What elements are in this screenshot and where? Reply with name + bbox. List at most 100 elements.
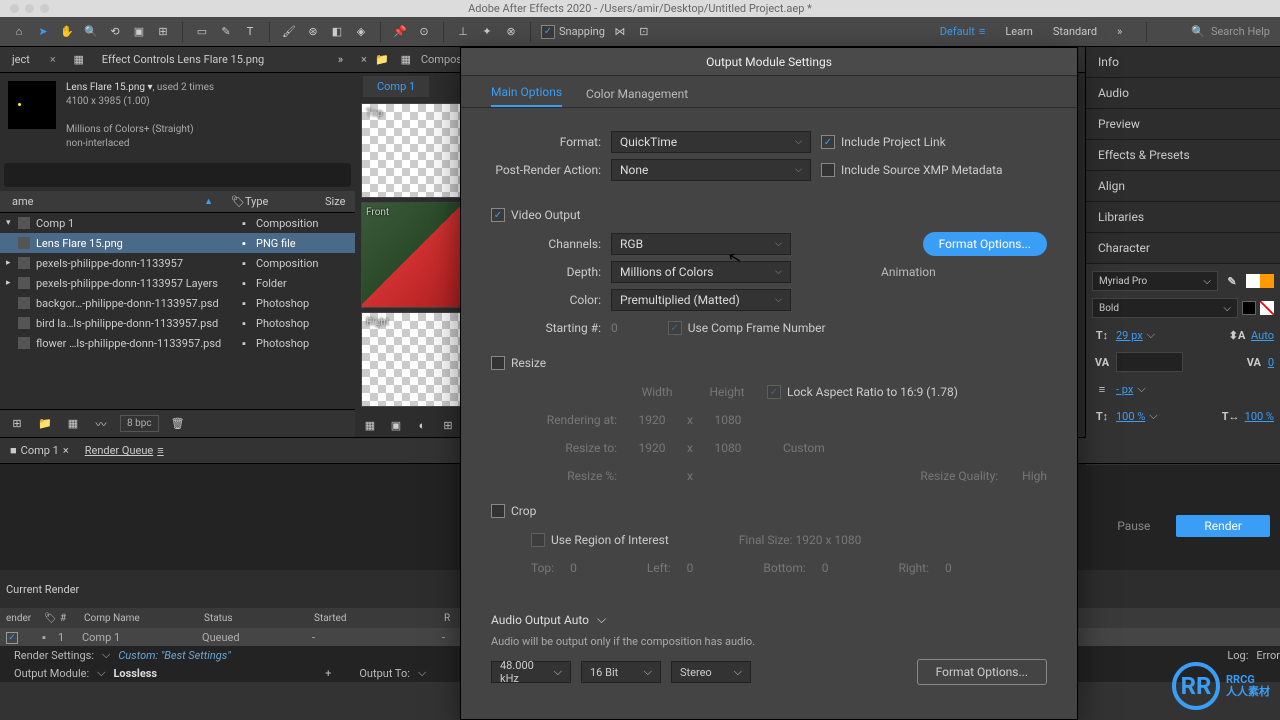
project-row[interactable]: flower …ls-philippe-donn-1133957.psd▪Pho…: [0, 333, 355, 353]
project-row[interactable]: Lens Flare 15.png▪PNG file: [0, 233, 355, 253]
project-row[interactable]: ▸pexels-philippe-donn-1133957▪Compositio…: [0, 253, 355, 273]
world-axis-icon[interactable]: ✦: [478, 23, 496, 41]
local-axis-icon[interactable]: ⊥: [454, 23, 472, 41]
brush-tool-icon[interactable]: 🖌: [280, 23, 298, 41]
hscale-value[interactable]: 100 %: [1245, 410, 1274, 423]
preview-panel-header[interactable]: Preview: [1086, 109, 1280, 140]
home-icon[interactable]: ⌂: [10, 23, 28, 41]
pan-behind-icon[interactable]: ⊞: [154, 23, 172, 41]
effects-panel-header[interactable]: Effects & Presets: [1086, 140, 1280, 171]
roto-tool-icon[interactable]: ◈: [352, 23, 370, 41]
snapping-checkbox[interactable]: Snapping: [541, 25, 605, 39]
character-panel-header[interactable]: Character: [1086, 233, 1280, 264]
video-output-checkbox[interactable]: Video Output: [491, 208, 581, 222]
render-queue-tab[interactable]: Render Queue ≡: [85, 444, 164, 457]
eraser-tool-icon[interactable]: ◧: [328, 23, 346, 41]
comp-name-tab[interactable]: Comp 1: [363, 76, 429, 97]
font-family-dropdown[interactable]: Myriad Pro⌵: [1092, 271, 1218, 291]
project-row[interactable]: backgor…-philippe-donn-1133957.psd▪Photo…: [0, 293, 355, 313]
mask-icon[interactable]: ◐: [413, 416, 431, 434]
timeline-tab-comp1[interactable]: ■ Comp 1 ×: [10, 444, 69, 457]
mag-icon[interactable]: ▦: [361, 416, 379, 434]
bit-depth-dropdown[interactable]: 16 Bit⌵: [581, 661, 661, 683]
add-output-icon[interactable]: +: [325, 667, 331, 680]
tracking-value[interactable]: 0: [1268, 356, 1274, 369]
view-axis-icon[interactable]: ⊗: [502, 23, 520, 41]
effect-controls-tab[interactable]: Effect Controls Lens Flare 15.png: [96, 49, 271, 70]
view-front[interactable]: Front: [361, 202, 461, 307]
workspace-standard[interactable]: Standard: [1053, 25, 1097, 38]
bpc-selector[interactable]: 8 bpc: [120, 415, 159, 432]
post-render-dropdown[interactable]: None⌵: [611, 159, 811, 181]
eyedropper-icon[interactable]: ✎: [1222, 271, 1242, 291]
color-dropdown[interactable]: Premultiplied (Matted)⌵: [611, 289, 791, 311]
channels-audio-dropdown[interactable]: Stereo⌵: [671, 661, 751, 683]
font-size-value[interactable]: 29 px: [1116, 329, 1143, 342]
close-comp-icon[interactable]: ×: [361, 53, 367, 66]
kerning-dropdown[interactable]: [1116, 352, 1183, 372]
workspace-learn[interactable]: Learn: [1005, 25, 1033, 38]
clip-name[interactable]: Lens Flare 15.png ▾: [66, 82, 152, 93]
stroke-value[interactable]: - px: [1116, 383, 1133, 396]
snap-grid-icon[interactable]: ⊡: [635, 23, 653, 41]
project-row[interactable]: bird la…ls-philippe-donn-1133957.psd▪Pho…: [0, 313, 355, 333]
render-settings-link[interactable]: Custom: "Best Settings": [118, 649, 230, 662]
pen-tool-icon[interactable]: ✎: [217, 23, 235, 41]
audio-panel-header[interactable]: Audio: [1086, 78, 1280, 109]
include-project-link-checkbox[interactable]: Include Project Link: [821, 135, 946, 149]
text-tool-icon[interactable]: T: [241, 23, 259, 41]
font-style-dropdown[interactable]: Bold⌵: [1092, 298, 1238, 318]
hand-tool-icon[interactable]: ✋: [58, 23, 76, 41]
dialog-title: Output Module Settings: [461, 48, 1077, 76]
help-search[interactable]: 🔍 Search Help: [1191, 25, 1270, 38]
color-management-tab[interactable]: Color Management: [586, 87, 688, 107]
interpret-footage-icon[interactable]: ⊞: [8, 415, 26, 433]
panel-overflow-icon[interactable]: »: [332, 49, 349, 70]
camera-tool-icon[interactable]: ▣: [130, 23, 148, 41]
crop-checkbox[interactable]: Crop: [491, 504, 536, 518]
sample-rate-dropdown[interactable]: 48.000 kHz⌵: [491, 661, 571, 683]
depth-dropdown[interactable]: Millions of Colors⌵: [611, 261, 791, 283]
adjust-icon[interactable]: 〰: [92, 415, 110, 433]
project-row[interactable]: ▾Comp 1▪Composition: [0, 213, 355, 233]
new-comp-icon[interactable]: ▦: [64, 415, 82, 433]
null-icon[interactable]: ⊙: [415, 23, 433, 41]
compose-tab[interactable]: Compos: [421, 53, 462, 66]
main-options-tab[interactable]: Main Options: [491, 85, 562, 107]
project-row[interactable]: ▸pexels-philippe-donn-1133957 Layers▪Fol…: [0, 273, 355, 293]
resize-checkbox[interactable]: Resize: [491, 356, 546, 370]
audio-format-options-button[interactable]: Format Options...: [917, 659, 1047, 685]
clone-tool-icon[interactable]: ⊛: [304, 23, 322, 41]
snap-edge-icon[interactable]: ⋈: [611, 23, 629, 41]
puppet-tool-icon[interactable]: 📌: [391, 23, 409, 41]
libraries-panel-header[interactable]: Libraries: [1086, 202, 1280, 233]
zoom-tool-icon[interactable]: 🔍: [82, 23, 100, 41]
info-panel-header[interactable]: Info: [1086, 47, 1280, 78]
right-panel-stack: Info Audio Preview Effects & Presets Ali…: [1085, 47, 1280, 437]
include-xmp-checkbox[interactable]: Include Source XMP Metadata: [821, 163, 1003, 177]
view-right[interactable]: Right: [361, 312, 461, 407]
traffic-lights[interactable]: [10, 4, 49, 13]
new-folder-icon[interactable]: 📁: [36, 415, 54, 433]
workspace-overflow-icon[interactable]: »: [1117, 25, 1122, 38]
vscale-value[interactable]: 100 %: [1116, 410, 1145, 423]
orbit-tool-icon[interactable]: ⟲: [106, 23, 124, 41]
video-format-options-button[interactable]: Format Options...: [923, 232, 1047, 256]
project-search[interactable]: [4, 163, 351, 187]
channels-dropdown[interactable]: RGB⌵: [611, 233, 791, 255]
align-panel-header[interactable]: Align: [1086, 171, 1280, 202]
workspace-default[interactable]: Default ≡: [940, 25, 986, 38]
close-tab-icon[interactable]: ×: [44, 49, 62, 70]
trash-icon[interactable]: 🗑: [169, 415, 187, 433]
3d-icon[interactable]: ⊞: [439, 416, 457, 434]
audio-mode-dropdown-icon[interactable]: ⌵: [597, 612, 606, 627]
rect-tool-icon[interactable]: ▭: [193, 23, 211, 41]
format-dropdown[interactable]: QuickTime⌵: [611, 131, 811, 153]
res-icon[interactable]: ▣: [387, 416, 405, 434]
view-top[interactable]: Top: [361, 103, 461, 198]
output-module-link[interactable]: Lossless: [113, 667, 157, 680]
clip-interlace: non-interlaced: [66, 137, 214, 151]
selection-tool-icon[interactable]: ➤: [34, 23, 52, 41]
auto-leading[interactable]: Auto: [1251, 329, 1274, 342]
project-tab[interactable]: ject: [6, 49, 36, 70]
